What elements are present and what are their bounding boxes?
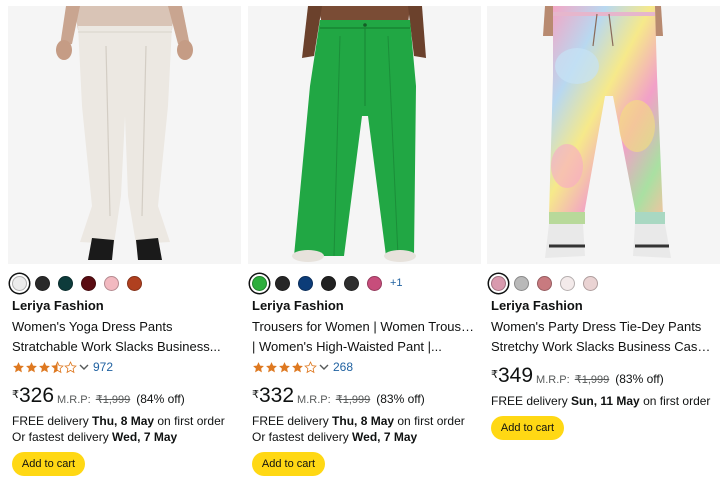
color-swatch[interactable] (104, 275, 119, 291)
color-swatches (491, 273, 606, 293)
price: ₹ 326 M.R.P: ₹1,999 (84% off) (12, 384, 185, 408)
add-to-cart-button[interactable]: Add to cart (12, 452, 85, 476)
delivery-info: FREE delivery Thu, 8 May on first order (12, 414, 225, 428)
currency-symbol: ₹ (252, 389, 259, 401)
color-swatch[interactable] (344, 275, 359, 291)
chevron-down-icon[interactable] (79, 362, 89, 372)
product-card[interactable]: Leriya Fashion Women's Party Dress Tie-D… (487, 6, 720, 486)
add-to-cart-button[interactable]: Add to cart (252, 452, 325, 476)
mrp-label: M.R.P: (297, 394, 331, 406)
add-to-cart-button[interactable]: Add to cart (491, 416, 564, 440)
color-swatch[interactable] (583, 275, 598, 291)
color-swatch[interactable] (537, 275, 552, 291)
fastest-delivery-info: Or fastest delivery Wed, 7 May (12, 430, 178, 444)
currency-symbol: ₹ (12, 389, 19, 401)
brand-name: Leriya Fashion (252, 298, 344, 313)
color-swatch[interactable] (127, 275, 142, 291)
delivery-info: FREE delivery Sun, 11 May on first order (491, 394, 711, 408)
star-full-icon (26, 361, 37, 372)
currency-symbol: ₹ (491, 369, 498, 381)
color-swatch[interactable] (275, 275, 290, 291)
color-swatch[interactable] (12, 275, 27, 291)
rating[interactable]: 972 (12, 359, 113, 375)
rating-count[interactable]: 268 (333, 360, 353, 374)
product-title-line: Trousers for Women | Women Trousers (252, 319, 478, 334)
color-swatch[interactable] (367, 275, 382, 291)
mrp: M.R.P: ₹1,999 (536, 373, 609, 386)
discount: (83% off) (376, 392, 425, 406)
price-value: 332 (259, 384, 295, 407)
brand-name: Leriya Fashion (12, 298, 104, 313)
color-swatch[interactable] (58, 275, 73, 291)
product-image[interactable] (8, 6, 241, 264)
color-swatches (12, 273, 150, 293)
color-swatch[interactable] (560, 275, 575, 291)
delivery-info: FREE delivery Thu, 8 May on first order (252, 414, 465, 428)
brand-name: Leriya Fashion (491, 298, 583, 313)
mrp-value: ₹1,999 (574, 374, 610, 386)
product-title-line: Stretchy Work Slacks Business Casua... (491, 339, 717, 354)
product-title[interactable]: Women's Party Dress Tie-Dey Pants Stretc… (491, 317, 717, 357)
star-full-icon (253, 361, 264, 372)
product-title[interactable]: Women's Yoga Dress Pants Stratchable Wor… (12, 317, 238, 357)
product-photo-green-trousers (248, 6, 481, 264)
color-swatch[interactable] (252, 275, 267, 291)
star-rating (252, 360, 317, 374)
star-full-icon (13, 361, 24, 372)
product-image[interactable] (487, 6, 720, 264)
price: ₹ 332 M.R.P: ₹1,999 (83% off) (252, 384, 425, 408)
price: ₹ 349 M.R.P: ₹1,999 (83% off) (491, 364, 664, 388)
discount: (83% off) (615, 372, 664, 386)
product-title-line: Women's Yoga Dress Pants (12, 319, 173, 334)
color-swatch[interactable] (514, 275, 529, 291)
color-swatch[interactable] (321, 275, 336, 291)
discount: (84% off) (136, 392, 185, 406)
fastest-delivery-info: Or fastest delivery Wed, 7 May (252, 430, 418, 444)
mrp-value: ₹1,999 (335, 394, 371, 406)
more-colors-link[interactable]: +1 (390, 277, 403, 289)
product-title-line: | Women's High-Waisted Pant |... (252, 339, 442, 354)
color-swatches: +1 (252, 273, 403, 293)
star-full-icon (279, 361, 290, 372)
star-half-icon (51, 360, 64, 373)
product-photo-white-pants (8, 6, 241, 264)
product-card[interactable]: Leriya Fashion Women's Yoga Dress Pants … (8, 6, 241, 486)
product-card[interactable]: +1 Leriya Fashion Trousers for Women | W… (248, 6, 481, 486)
rating[interactable]: 268 (252, 359, 353, 375)
star-empty-icon (304, 360, 317, 373)
mrp: M.R.P: ₹1,999 (297, 393, 370, 406)
product-image[interactable] (248, 6, 481, 264)
price-value: 349 (498, 364, 534, 387)
star-empty-icon (64, 360, 77, 373)
color-swatch[interactable] (491, 275, 506, 291)
star-full-icon (39, 361, 50, 372)
color-swatch[interactable] (298, 275, 313, 291)
star-full-icon (266, 361, 277, 372)
mrp: M.R.P: ₹1,999 (57, 393, 130, 406)
product-title-line: Women's Party Dress Tie-Dey Pants (491, 319, 702, 334)
chevron-down-icon[interactable] (319, 362, 329, 372)
star-rating (12, 360, 77, 374)
product-photo-tie-dye-pants (487, 6, 720, 264)
mrp-label: M.R.P: (536, 374, 570, 386)
product-title-line: Stratchable Work Slacks Business... (12, 339, 221, 354)
mrp-label: M.R.P: (57, 394, 91, 406)
mrp-value: ₹1,999 (95, 394, 131, 406)
product-title[interactable]: Trousers for Women | Women Trousers | Wo… (252, 317, 478, 357)
price-value: 326 (19, 384, 55, 407)
star-full-icon (292, 361, 303, 372)
rating-count[interactable]: 972 (93, 360, 113, 374)
color-swatch[interactable] (81, 275, 96, 291)
color-swatch[interactable] (35, 275, 50, 291)
